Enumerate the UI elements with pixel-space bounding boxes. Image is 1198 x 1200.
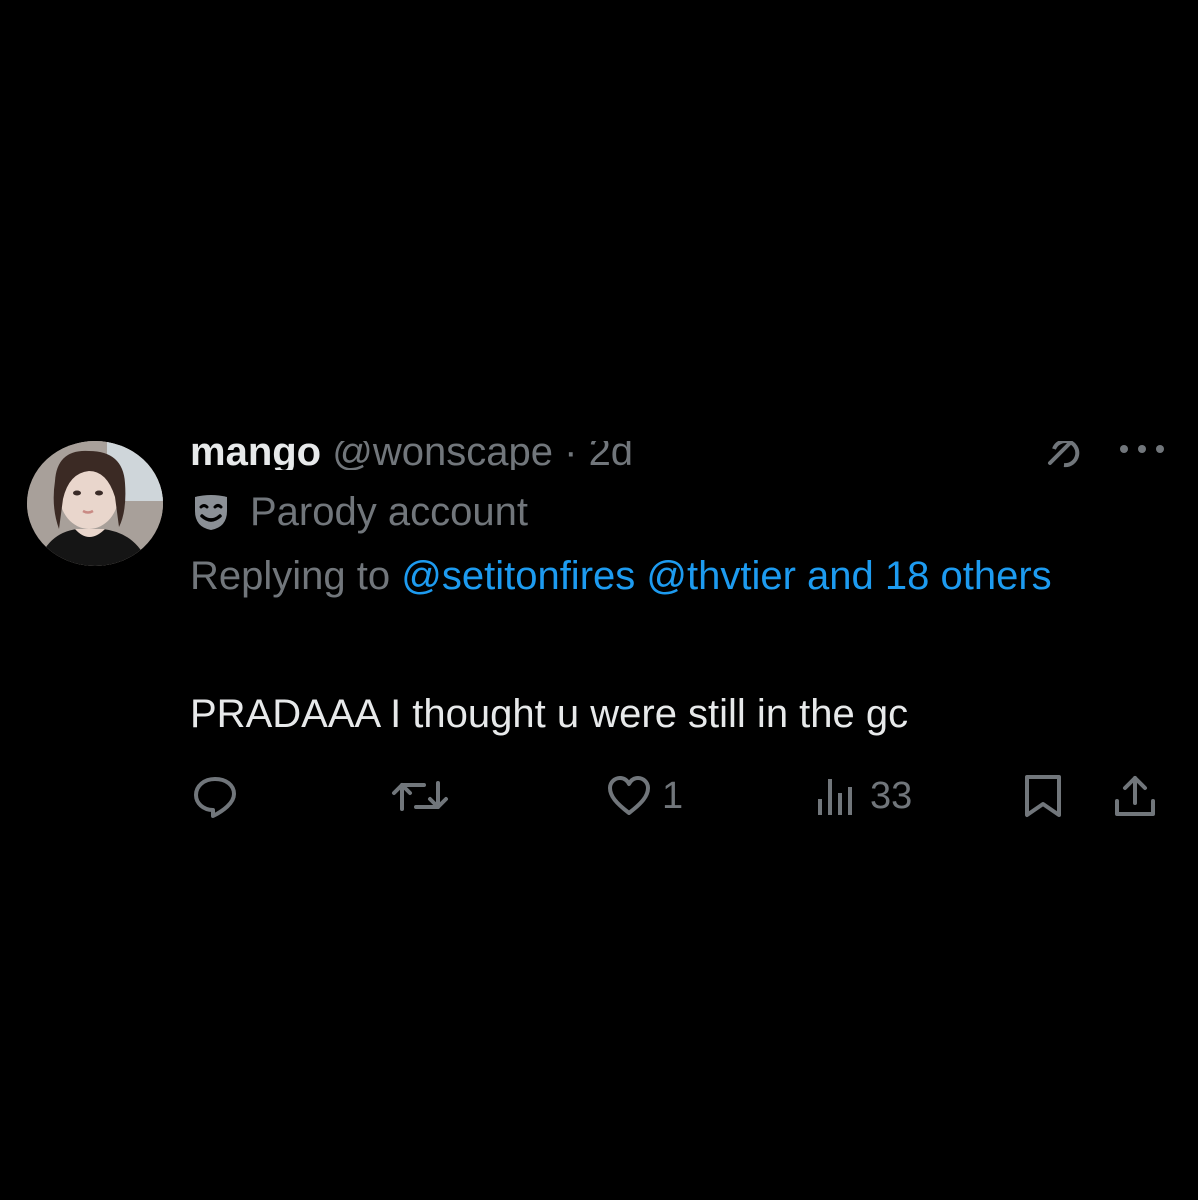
replying-prefix: Replying to (190, 554, 402, 598)
mask-icon (195, 495, 227, 530)
bookmark-button[interactable] (1020, 768, 1066, 824)
user-handle[interactable]: @wonscape (332, 441, 553, 470)
tweet-header: mango @wonscape · 2d (190, 441, 1110, 470)
avatar-photo (27, 441, 163, 566)
separator-dot: · (564, 441, 578, 470)
views-icon (818, 779, 852, 815)
display-name[interactable]: mango (190, 441, 321, 470)
parody-label: Parody account (250, 489, 528, 534)
bookmark-icon (1025, 775, 1061, 817)
replying-to: Replying to @setitonfires @thvtier and 1… (190, 544, 1090, 608)
others-link[interactable]: and 18 others (807, 554, 1052, 598)
avatar[interactable] (27, 441, 163, 566)
views-button[interactable]: 33 (814, 768, 912, 824)
tweet-text: PRADAAA I thought u were still in the gc (190, 692, 909, 736)
retweet-button[interactable] (390, 768, 450, 824)
more-icon[interactable] (1118, 440, 1166, 460)
like-count: 1 (662, 774, 684, 817)
share-icon (1115, 776, 1155, 816)
mention-link[interactable]: @thvtier (646, 554, 796, 598)
timestamp[interactable]: 2d (589, 441, 634, 470)
grok-icon[interactable] (1040, 441, 1084, 471)
mention-link[interactable]: @setitonfires (401, 554, 635, 598)
reply-icon (194, 777, 236, 818)
like-button[interactable]: 1 (606, 768, 683, 824)
action-bar: 1 33 (0, 768, 1198, 828)
reply-button[interactable] (192, 768, 238, 824)
tweet-screenshot: mango @wonscape · 2d Parody account Repl… (0, 0, 1198, 1200)
parody-label-row: Parody account (190, 487, 528, 537)
heart-icon (608, 776, 650, 815)
share-button[interactable] (1112, 768, 1158, 824)
retweet-icon (392, 781, 448, 811)
view-count: 33 (870, 774, 913, 817)
